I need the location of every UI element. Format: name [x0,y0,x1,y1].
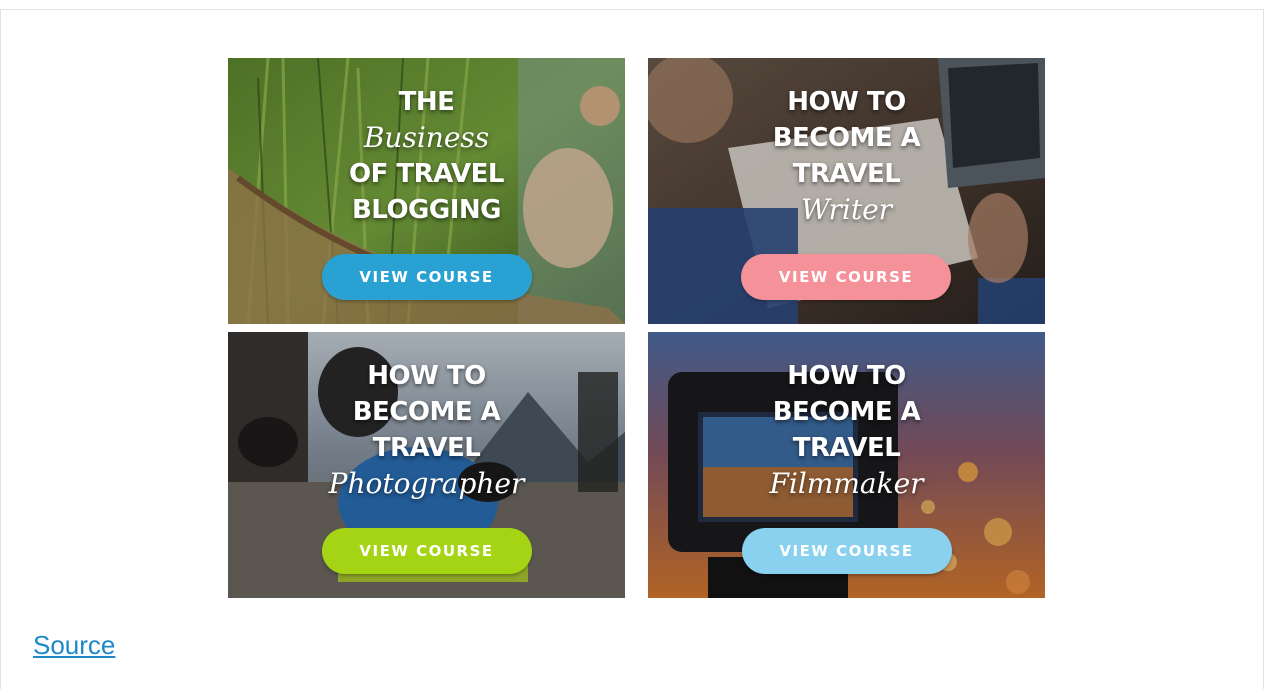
view-course-button[interactable]: VIEW COURSE [741,254,951,300]
title-line-2: BECOME A [772,397,921,427]
title-line-2: OF TRAVEL [349,159,504,189]
course-title: HOW TO BECOME A TRAVEL Writer [648,84,1045,228]
title-line-1: HOW TO [367,361,486,391]
title-script: Filmmaker [769,467,924,500]
course-grid: THE Business OF TRAVEL BLOGGING VIEW COU… [228,58,1045,598]
course-card-travel-filmmaker[interactable]: HOW TO BECOME A TRAVEL Filmmaker VIEW CO… [648,332,1045,598]
title-line-1: HOW TO [787,87,906,117]
title-script: Photographer [328,467,525,500]
course-title: HOW TO BECOME A TRAVEL Filmmaker [648,358,1045,502]
title-line-2: BECOME A [772,123,921,153]
title-script: Writer [800,193,893,226]
title-line-3: BLOGGING [351,195,502,225]
course-card-travel-blogging[interactable]: THE Business OF TRAVEL BLOGGING VIEW COU… [228,58,625,324]
title-line-3: TRAVEL [792,159,901,189]
view-course-button[interactable]: VIEW COURSE [321,528,532,574]
title-line-3: TRAVEL [372,433,481,463]
title-line-1: HOW TO [787,361,906,391]
view-course-button[interactable]: VIEW COURSE [741,528,952,574]
source-link[interactable]: Source [33,630,115,661]
view-course-button[interactable]: VIEW COURSE [321,254,532,300]
title-line-3: TRAVEL [792,433,901,463]
course-card-travel-photographer[interactable]: HOW TO BECOME A TRAVEL Photographer VIEW… [228,332,625,598]
title-line-1: THE [398,87,455,117]
course-title: THE Business OF TRAVEL BLOGGING [228,84,625,228]
course-card-travel-writer[interactable]: HOW TO BECOME A TRAVEL Writer VIEW COURS… [648,58,1045,324]
title-line-2: BECOME A [352,397,501,427]
title-script: Business [363,121,490,154]
course-title: HOW TO BECOME A TRAVEL Photographer [228,358,625,502]
